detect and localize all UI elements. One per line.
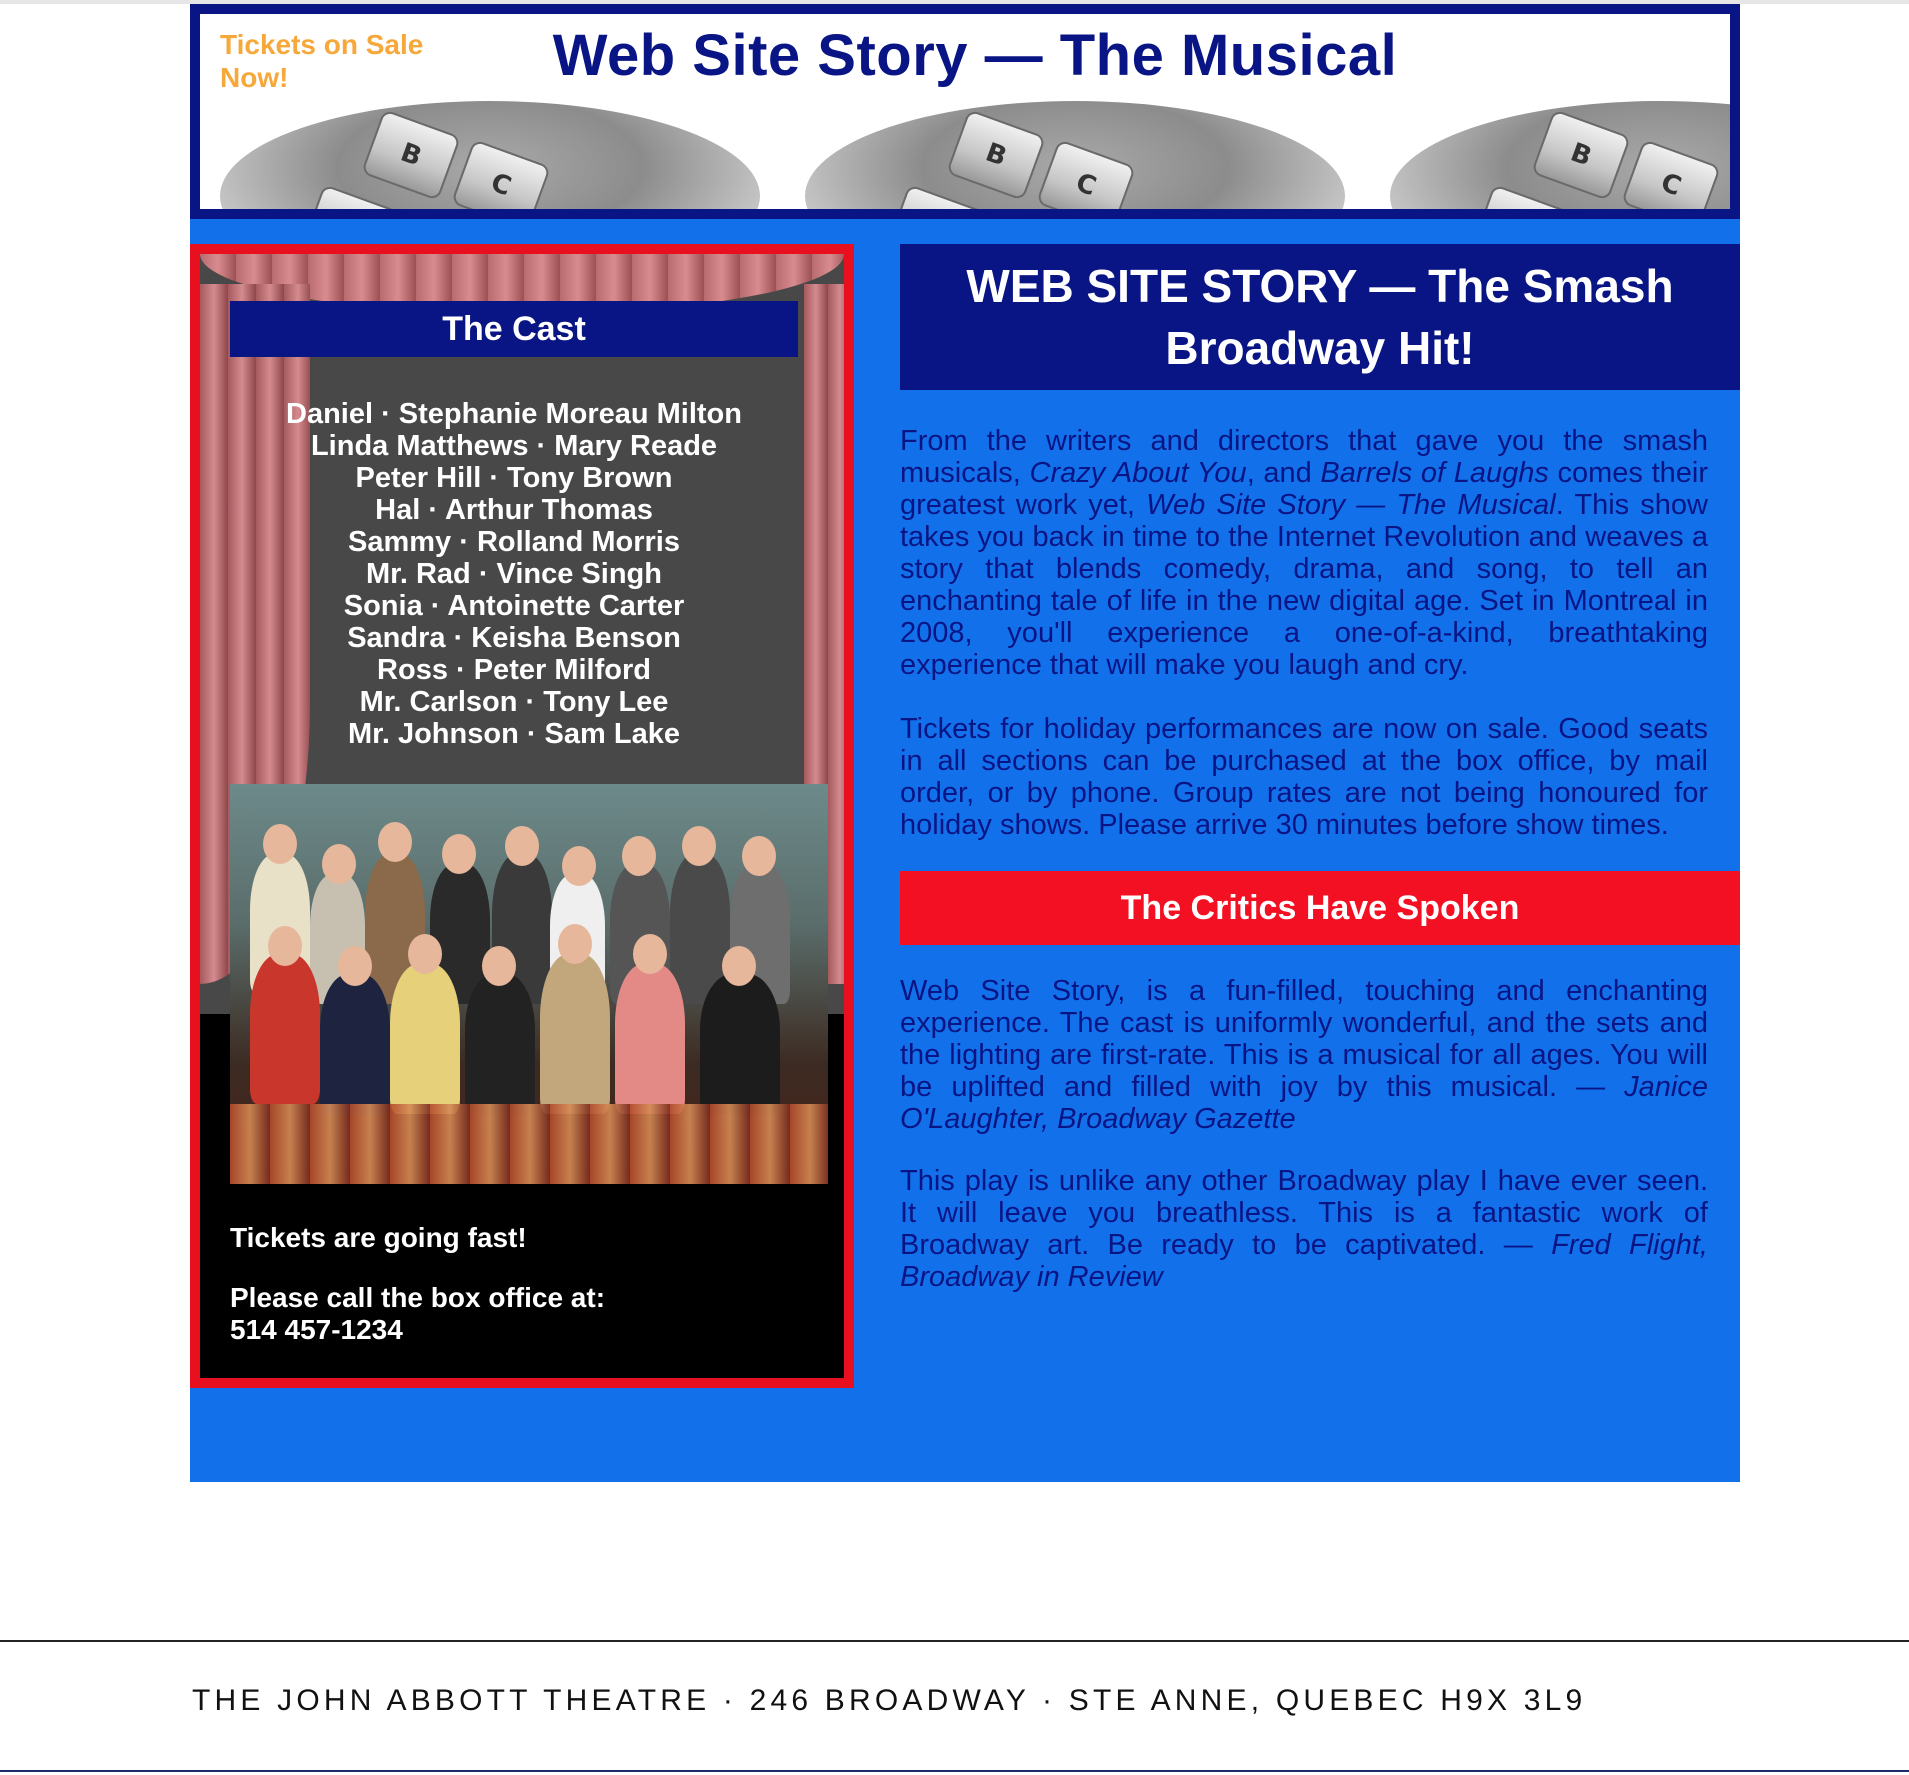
cast-member: Ross · Peter Milford — [377, 654, 651, 686]
show-title-crazy-about-you: Crazy About You — [1029, 457, 1247, 489]
footer-divider — [0, 1640, 1909, 1642]
cast-group-photo — [230, 784, 828, 1184]
tickets-fast-text: Tickets are going fast! — [230, 1222, 527, 1253]
review-janice: Web Site Story, is a fun-filled, touchin… — [900, 975, 1708, 1135]
footer-bottom-rule — [0, 1770, 1909, 1772]
tickets-paragraph: Tickets for holiday performances are now… — [900, 713, 1708, 841]
key-b: B — [360, 109, 462, 201]
key-c: C — [1035, 139, 1137, 209]
footer-address: THE JOHN ABBOTT THEATRE · 246 BROADWAY ·… — [192, 1684, 1587, 1717]
key-b: B — [1530, 109, 1632, 201]
cast-member: Mr. Carlson · Tony Lee — [359, 686, 669, 718]
show-title-barrels-of-laughs: Barrels of Laughs — [1320, 457, 1549, 489]
cast-member: Linda Matthews · Mary Reade — [310, 430, 718, 462]
show-title-web-site-story: Web Site Story — The Musical — [1146, 489, 1556, 521]
cast-list: Daniel · Stephanie Moreau Milton Linda M… — [230, 398, 798, 750]
review-fred: This play is unlike any other Broadway p… — [900, 1165, 1708, 1293]
box-office-info: Please call the box office at: 514 457-1… — [230, 1282, 605, 1346]
cast-member: Mr. Johnson · Sam Lake — [348, 718, 680, 750]
key-a: A — [300, 184, 402, 209]
keyboard-banner-image: B C A — [1390, 101, 1730, 209]
cast-member: Sammy · Rolland Morris — [348, 526, 680, 558]
cast-member: Sonia · Antoinette Carter — [343, 590, 685, 622]
key-c: C — [1620, 139, 1722, 209]
keyboard-banner-image: B C A — [805, 101, 1345, 209]
critics-heading: The Critics Have Spoken — [900, 871, 1740, 945]
key-a: A — [885, 184, 987, 209]
site-header: B C A B C A B C A Tickets on Sale Now! W… — [190, 4, 1740, 219]
key-c: C — [450, 139, 552, 209]
site-title: Web Site Story — The Musical — [552, 23, 1398, 88]
cast-member: Daniel · Stephanie Moreau Milton — [286, 398, 742, 430]
box-office-phone: 514 457-1234 — [230, 1314, 403, 1345]
cast-member: Sandra · Keisha Benson — [347, 622, 681, 654]
key-b: B — [945, 109, 1047, 201]
box-office-call-line: Please call the box office at: — [230, 1282, 606, 1313]
keyboard-banner-image: B C A — [220, 101, 760, 209]
cast-member: Mr. Rad · Vince Singh — [366, 558, 662, 590]
cast-member: Peter Hill · Tony Brown — [355, 462, 673, 494]
cast-heading: The Cast — [230, 301, 798, 357]
intro-paragraph: From the writers and directors that gave… — [900, 425, 1708, 681]
key-a: A — [1470, 184, 1572, 209]
main-heading: WEB SITE STORY — The Smash Broadway Hit! — [900, 244, 1740, 390]
cast-member: Hal · Arthur Thomas — [375, 494, 653, 526]
cast-panel: The Cast Daniel · Stephanie Moreau Milto… — [190, 244, 854, 1388]
